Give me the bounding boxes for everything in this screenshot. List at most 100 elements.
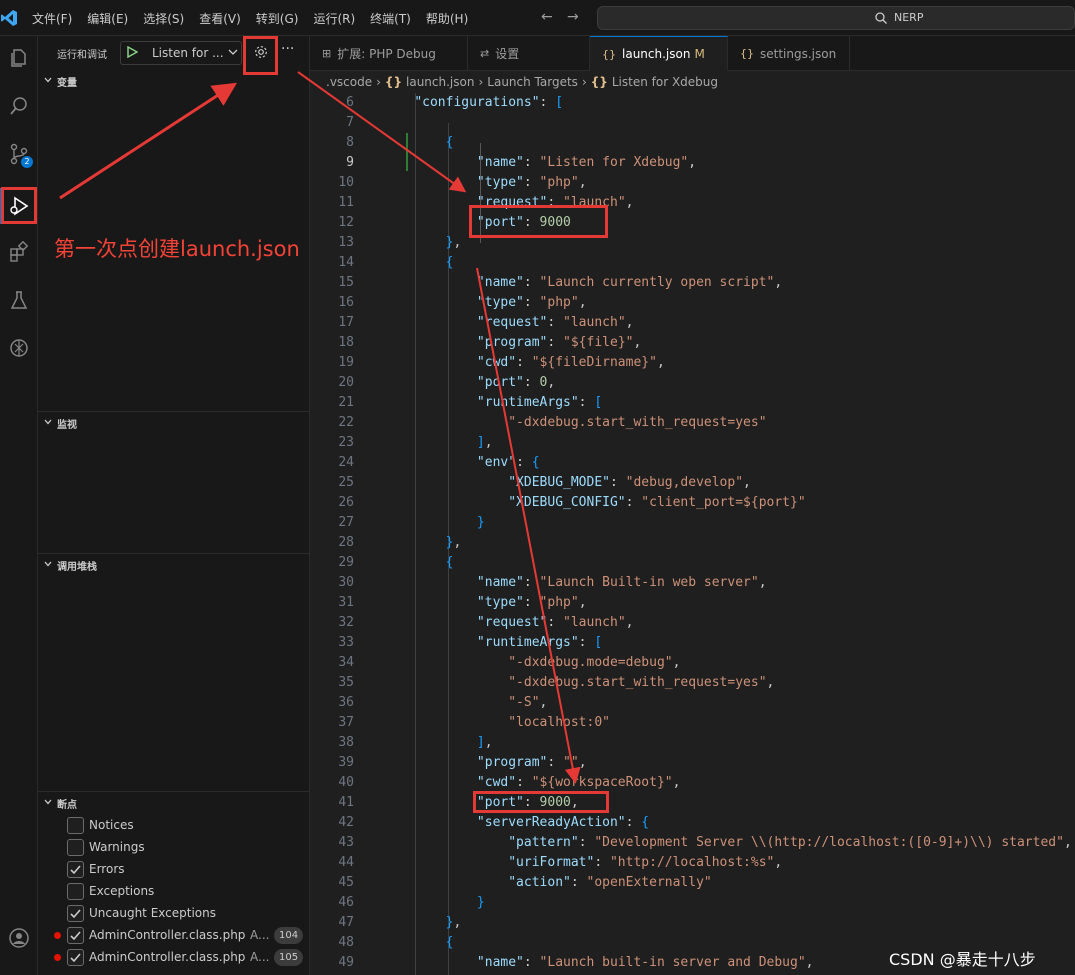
- editor-tab[interactable]: {} settings.json: [728, 36, 850, 71]
- line-number: 32: [338, 615, 354, 630]
- code-text: "pattern": "Development Server \\(http:/…: [508, 835, 1072, 850]
- tab-label: settings.json: [760, 46, 837, 61]
- breakpoint-row[interactable]: Uncaught Exceptions: [38, 902, 310, 924]
- breadcrumb-file[interactable]: launch.json: [406, 75, 474, 89]
- account-icon[interactable]: [3, 922, 35, 954]
- code-text: "port": 0,: [476, 375, 556, 390]
- menu-item[interactable]: 文件(F): [32, 10, 72, 27]
- line-number: 19: [338, 355, 354, 370]
- call-stack-section-header[interactable]: 调用堆栈: [38, 553, 310, 575]
- tab-label: launch.json: [622, 47, 691, 61]
- annotation-text: 第一次点创建launch.json: [54, 237, 300, 261]
- breakpoint-dot-icon: [54, 932, 61, 939]
- breakpoint-checkbox[interactable]: [67, 817, 84, 834]
- editor-tab[interactable]: ⇄ 设置: [468, 36, 590, 71]
- line-number: 11: [338, 195, 354, 210]
- breakpoint-label: AdminController.class.php: [89, 928, 246, 942]
- line-number: 12: [338, 215, 354, 230]
- breakpoints-section-header[interactable]: 断点: [38, 791, 310, 813]
- breakpoint-path: A...: [250, 928, 270, 942]
- code-line: 27 }: [310, 513, 1075, 533]
- command-center-search[interactable]: NERP: [597, 6, 1075, 30]
- breakpoint-checkbox[interactable]: [67, 949, 84, 966]
- code-line: 7: [310, 113, 1075, 133]
- line-number: 10: [338, 175, 354, 190]
- breakpoint-checkbox[interactable]: [67, 905, 84, 922]
- code-text: "request": "launch",: [476, 315, 634, 330]
- editor-tab[interactable]: {} launch.json M: [590, 36, 728, 71]
- settings-icon: ⇄: [480, 47, 490, 60]
- code-text: "type": "php",: [476, 295, 587, 310]
- menu-item[interactable]: 运行(R): [313, 10, 355, 27]
- line-number: 27: [338, 515, 354, 530]
- breakpoint-label: Errors: [89, 862, 125, 876]
- code-text: "runtimeArgs": [: [476, 635, 603, 650]
- tab-label: 扩展: PHP Debug: [337, 47, 436, 61]
- breakpoint-row[interactable]: AdminController.class.php A... 104: [38, 924, 310, 946]
- code-line: 18 "program": "${file}",: [310, 333, 1075, 353]
- back-arrow-icon[interactable]: ←: [541, 9, 553, 25]
- line-number: 42: [338, 815, 354, 830]
- breakpoint-checkbox[interactable]: [67, 861, 84, 878]
- breakpoint-row[interactable]: Exceptions: [38, 880, 310, 902]
- code-text: "name": "Launch built-in server and Debu…: [476, 955, 814, 970]
- forward-arrow-icon[interactable]: →: [567, 9, 579, 25]
- chevron-down-icon: [44, 561, 52, 567]
- breakpoint-checkbox[interactable]: [67, 927, 84, 944]
- line-number: 47: [338, 915, 354, 930]
- breadcrumb-item[interactable]: Listen for Xdebug: [612, 75, 718, 89]
- menu-item[interactable]: 终端(T): [370, 10, 411, 27]
- menu-item[interactable]: 转到(G): [256, 10, 299, 27]
- code-text: }: [476, 895, 485, 910]
- menu-item[interactable]: 选择(S): [143, 10, 184, 27]
- code-text: "serverReadyAction": {: [476, 815, 650, 830]
- source-control-icon[interactable]: 2: [3, 138, 35, 170]
- breakpoint-row[interactable]: Notices: [38, 814, 310, 836]
- line-number: 45: [338, 875, 354, 890]
- extensions-icon[interactable]: [3, 236, 35, 268]
- line-number: 22: [338, 415, 354, 430]
- breadcrumb-folder[interactable]: .vscode: [326, 75, 372, 89]
- start-debugging-icon[interactable]: [126, 46, 138, 58]
- code-text: "XDEBUG_MODE": "debug,develop",: [508, 475, 751, 490]
- code-line: 28 },: [310, 533, 1075, 553]
- breadcrumb-section[interactable]: Launch Targets: [487, 75, 578, 89]
- chevron-right-icon: ›: [581, 75, 587, 89]
- code-text: "program": "",: [476, 755, 587, 770]
- chevron-right-icon: ›: [376, 75, 381, 89]
- code-line: 13 },: [310, 233, 1075, 253]
- code-text: "action": "openExternally": [508, 875, 712, 890]
- code-line: 45 "action": "openExternally": [310, 873, 1075, 893]
- breakpoint-checkbox[interactable]: [67, 839, 84, 856]
- more-actions-icon[interactable]: ···: [281, 41, 294, 57]
- breakpoint-label: Notices: [89, 818, 134, 832]
- line-number: 9: [346, 155, 354, 170]
- line-number: 17: [338, 315, 354, 330]
- code-line: 11 "request": "launch",: [310, 193, 1075, 213]
- code-text: ],: [476, 735, 493, 750]
- explorer-icon[interactable]: [3, 42, 35, 74]
- breakpoint-row[interactable]: Warnings: [38, 836, 310, 858]
- editor-tab[interactable]: ⊞ 扩展: PHP Debug: [310, 36, 468, 71]
- search-view-icon[interactable]: [3, 90, 35, 122]
- breakpoint-checkbox[interactable]: [67, 883, 84, 900]
- watch-section-header[interactable]: 监视: [38, 411, 310, 433]
- annotation-box-gear: [243, 36, 278, 75]
- code-line: 17 "request": "launch",: [310, 313, 1075, 333]
- line-number: 49: [338, 955, 354, 970]
- menu-item[interactable]: 查看(V): [199, 10, 241, 27]
- extensions-icon: ⊞: [322, 47, 332, 60]
- testing-flask-icon[interactable]: [3, 284, 35, 316]
- menu-item[interactable]: 帮助(H): [426, 10, 468, 27]
- code-line: 35 "-dxdebug.start_with_request=yes",: [310, 673, 1075, 693]
- line-number: 14: [338, 255, 354, 270]
- chatgpt-icon[interactable]: [3, 332, 35, 364]
- code-text: "-dxdebug.start_with_request=yes": [508, 415, 767, 430]
- line-number: 39: [338, 755, 354, 770]
- code-text: {: [445, 555, 454, 570]
- menu-item[interactable]: 编辑(E): [87, 10, 128, 27]
- breakpoint-row[interactable]: AdminController.class.php A... 105: [38, 946, 310, 968]
- breakpoint-row[interactable]: Errors: [38, 858, 310, 880]
- code-editor[interactable]: 6 "configurations": [7 8 {9 "name": "List…: [310, 93, 1075, 975]
- line-number: 36: [338, 695, 354, 710]
